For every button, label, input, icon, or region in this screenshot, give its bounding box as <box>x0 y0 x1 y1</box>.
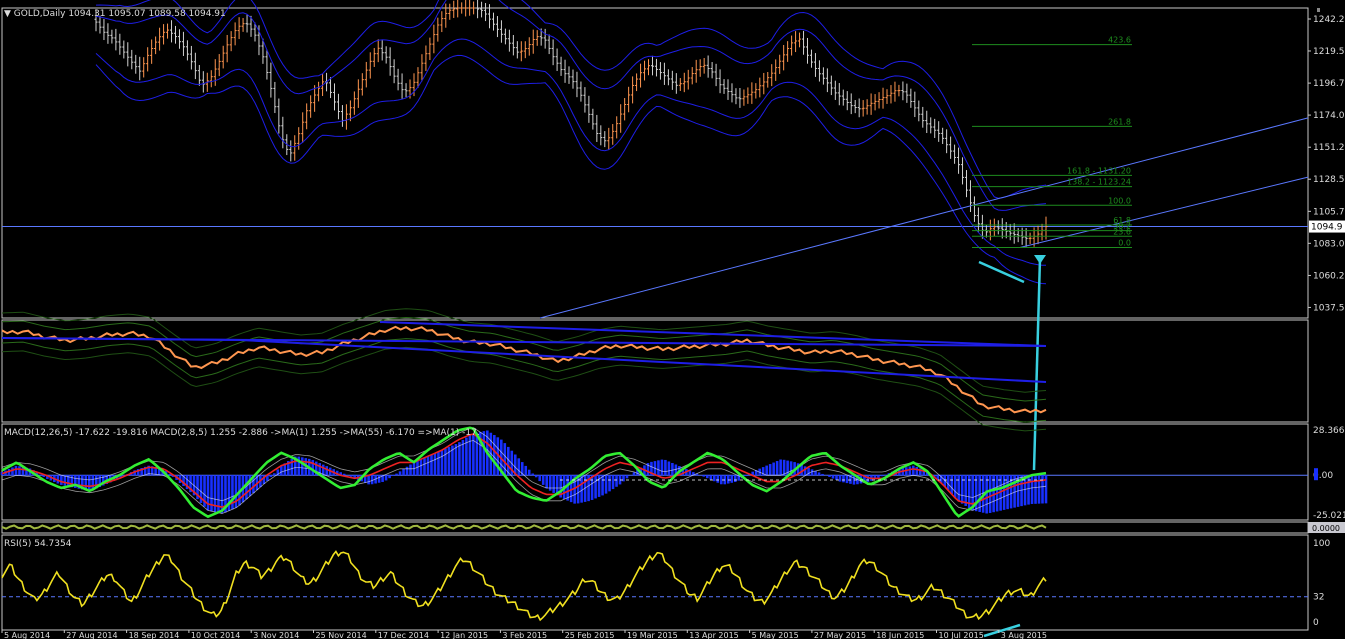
bollinger-band-4 <box>95 0 1047 199</box>
date-axis-label: 18 Sep 2014 <box>129 631 180 639</box>
price-axis-label: 1128.5 <box>1313 175 1345 185</box>
date-axis-label: 3 Nov 2014 <box>253 631 299 639</box>
blue-channel-left <box>1 337 241 341</box>
price-axis-label: 1037.5 <box>1313 303 1345 313</box>
macd-axis-label: 28.366 <box>1313 426 1345 436</box>
date-axis-label: 25 Feb 2015 <box>565 631 615 639</box>
ohlc-readout: 1094.31 1095.07 1089.58 1094.91 <box>68 9 226 19</box>
current-price-label: 1094.9 <box>1311 223 1343 233</box>
fib-level-label: 423.6 <box>1108 36 1131 45</box>
price-axis-label: 1196.7 <box>1313 79 1345 89</box>
fib-level-label: 100.0 <box>1108 196 1131 205</box>
menu-arrow-icon[interactable]: ▼ <box>4 9 11 19</box>
scroll-indicator-icon <box>1317 8 1320 12</box>
date-axis-label: 3 Aug 2015 <box>1001 631 1047 639</box>
rsi-axis-label: 0 <box>1313 618 1319 628</box>
symbol-label: GOLD,Daily <box>13 9 66 19</box>
macd-axis-label: -25.021 <box>1313 511 1345 521</box>
price-axis-label: 1083.0 <box>1313 239 1345 249</box>
fib-level-label: 161.8 - 1131.20 <box>1067 166 1131 175</box>
oscillator-strip-panel <box>1 524 1047 530</box>
price-panel: 423.6 261.8 161.8 - 1131.20 138.2 - 1123.24… <box>2 0 1309 471</box>
fib-level-label: 0.0 <box>1118 239 1131 248</box>
fib-level-label: 261.8 <box>1108 117 1131 126</box>
date-axis-label: 27 Aug 2014 <box>66 631 117 639</box>
rsi-line <box>1 550 1047 622</box>
price-axis-label: 1105.7 <box>1313 207 1345 217</box>
chart-window: 423.6 261.8 161.8 - 1131.20 138.2 - 1123.24… <box>0 0 1345 639</box>
chart-header[interactable]: ▼ GOLD,Daily 1094.31 1095.07 1089.58 109… <box>4 9 226 19</box>
panel-border-5 <box>1 534 1309 631</box>
osc-line <box>1 524 1047 530</box>
date-axis-label: 19 Mar 2015 <box>627 631 678 639</box>
date-axis-label: 5 May 2015 <box>752 631 799 639</box>
rsi-axis-label: 32 <box>1313 593 1324 603</box>
date-axis-label: 17 Dec 2014 <box>378 631 429 639</box>
envelope-band-3 <box>1 346 1047 432</box>
price-axis-label: 1060.2 <box>1313 271 1345 281</box>
fib-level-label: 138.2 - 1123.24 <box>1067 178 1131 187</box>
date-axis-label: 5 Aug 2014 <box>4 631 50 639</box>
macd-current-box <box>1314 468 1318 481</box>
bollinger-band-3 <box>95 0 1047 211</box>
rsi-axis-label: 100 <box>1313 539 1330 549</box>
macd-title: MACD(12,26,5) -17.622 -19.816 MACD(2,8,5… <box>4 428 480 438</box>
bollinger-band-2 <box>95 38 1047 266</box>
macd-panel <box>0 426 1308 519</box>
panel-border-2 <box>1 319 1309 423</box>
date-axis-label: 10 Oct 2014 <box>191 631 240 639</box>
price-axis-label: 1174.0 <box>1313 111 1345 121</box>
date-axis-label: 18 Jun 2015 <box>876 631 924 639</box>
lower-trendline <box>1019 176 1309 249</box>
date-axis-label: 25 Nov 2014 <box>316 631 367 639</box>
date-axis-label: 3 Feb 2015 <box>502 631 547 639</box>
envelope-band-2 <box>1 316 1047 402</box>
price-axis-label: 1151.2 <box>1313 143 1345 153</box>
date-axis-label: 27 May 2015 <box>814 631 866 639</box>
panel-border-1 <box>1 7 1309 319</box>
price-axis-label: 1242.2 <box>1313 15 1345 25</box>
date-axis-label: 10 Jul 2015 <box>939 631 984 639</box>
axes: 1242.2 1219.5 1196.7 1174.0 1151.2 1128.5 1105… <box>1 8 1345 639</box>
price-axis-label: 1219.5 <box>1313 47 1345 57</box>
rsi-title: RSI(5) 54.7354 <box>4 539 72 549</box>
osc-axis-label: 0.0000 <box>1312 524 1340 533</box>
bollinger-band-1 <box>95 54 1047 285</box>
fib-level-label: 23.6 <box>1113 227 1131 236</box>
overlay-indicator-panel <box>1 308 1047 432</box>
arrow-up-icon <box>1032 257 1042 471</box>
date-axis-label: 13 Apr 2015 <box>689 631 738 639</box>
date-axis-label: 12 Jan 2015 <box>440 631 488 639</box>
macd-envelope-2 <box>1 427 1047 502</box>
rsi-panel <box>1 550 1308 638</box>
